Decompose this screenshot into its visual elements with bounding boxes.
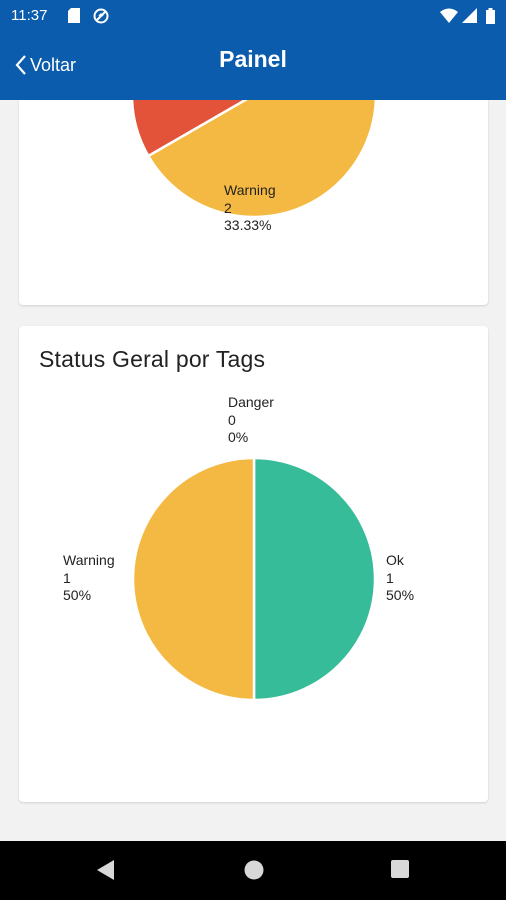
- label-count: 2: [224, 199, 232, 216]
- system-nav-bar: [0, 841, 506, 900]
- label-count: 1: [63, 569, 71, 586]
- label-count: 0: [228, 411, 236, 428]
- label-name: Warning: [63, 552, 115, 568]
- tags-status-card: Status Geral por Tags Danger 0 0% Warnin…: [19, 326, 488, 802]
- label-name: Ok: [386, 552, 404, 568]
- pie-label-ok: Ok 1 50%: [386, 552, 414, 605]
- sd-card-icon: [68, 8, 80, 23]
- battery-icon: [486, 8, 495, 24]
- home-nav-icon[interactable]: [243, 859, 265, 881]
- label-percent: 33.33%: [224, 217, 272, 233]
- pie-label-warning: Warning 2 33.33%: [224, 182, 276, 235]
- recents-nav-icon[interactable]: [390, 859, 410, 879]
- pie-label-warning: Warning 1 50%: [63, 552, 115, 605]
- label-percent: 0%: [228, 429, 249, 445]
- status-time: 11:37: [11, 7, 48, 24]
- page-title: Painel: [219, 46, 287, 72]
- label-percent: 50%: [386, 587, 415, 603]
- pie-slice-ok: [252, 456, 377, 702]
- signal-icon: [462, 8, 477, 23]
- dashboard-content[interactable]: Warning 2 33.33% Status Geral por Tags D…: [0, 100, 506, 841]
- label-name: Warning: [224, 182, 276, 198]
- wifi-icon: [440, 8, 458, 23]
- pie-label-danger: Danger 0 0%: [228, 394, 274, 447]
- status-chart-card: Warning 2 33.33%: [19, 100, 488, 305]
- back-nav-icon[interactable]: [96, 859, 116, 881]
- pie-slice-warning: [131, 456, 256, 702]
- label-percent: 50%: [63, 587, 92, 603]
- label-count: 1: [386, 569, 394, 586]
- data-saver-icon: [93, 8, 109, 24]
- label-name: Danger: [228, 394, 274, 410]
- app-bar: Voltar Painel: [0, 32, 506, 100]
- status-bar: 11:37: [0, 0, 506, 32]
